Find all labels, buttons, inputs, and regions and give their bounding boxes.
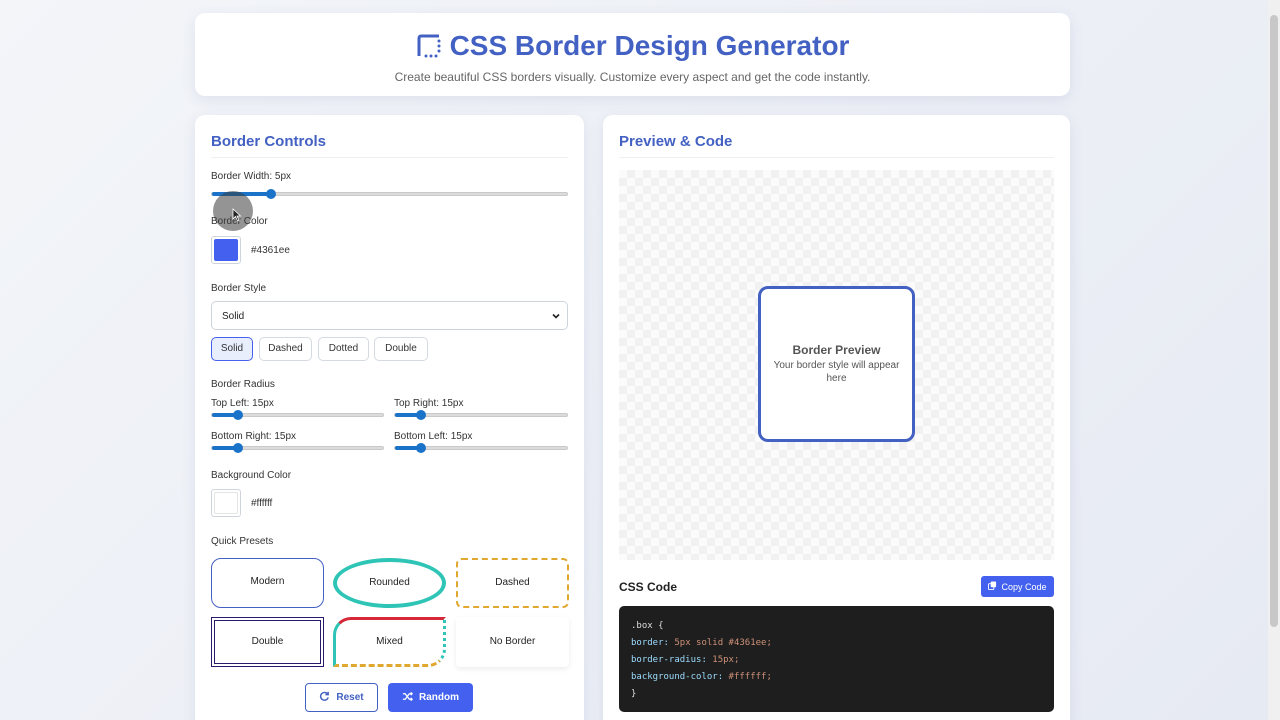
slider-thumb[interactable] [232,410,243,420]
code-selector: .box { [631,621,664,631]
style-dotted-button[interactable]: Dotted [318,337,369,361]
top-left-radius-slider[interactable] [211,410,384,420]
border-controls-panel: Border Controls Border Width: 5px Border… [195,115,584,720]
border-radius-label: Border Radius [211,379,275,390]
border-color-swatch [214,239,238,261]
preset-no-border[interactable]: No Border [456,617,569,667]
border-style-label: Border Style [211,283,267,294]
chevron-down-icon [551,311,561,321]
slider-thumb[interactable] [266,189,277,199]
reset-label: Reset [336,692,364,703]
preview-title: Border Preview [792,343,881,357]
panel-title: Border Controls [211,133,327,150]
border-style-icon [416,33,442,59]
code-line: } [631,686,1042,703]
reset-button[interactable]: Reset [305,683,378,712]
preview-subtitle: Your border style will appear here [773,360,900,384]
background-color-swatch [214,492,238,514]
style-solid-button[interactable]: Solid [211,337,253,361]
shuffle-icon [402,691,413,705]
code-prop: background-color: [631,672,724,682]
style-dashed-button[interactable]: Dashed [259,337,312,361]
random-label: Random [419,692,459,703]
css-code-title: CSS Code [619,580,678,594]
header-card: CSS Border Design Generator Create beaut… [195,13,1070,96]
bottom-left-label: Bottom Left: 15px [394,431,473,442]
divider [619,157,1054,158]
preset-double[interactable]: Double [211,617,324,667]
panel-title: Preview & Code [619,133,733,150]
copy-code-label: Copy Code [1001,581,1047,592]
slider-thumb[interactable] [415,443,426,453]
top-left-label: Top Left: 15px [211,398,274,409]
divider [211,157,568,158]
background-color-value: #ffffff [251,498,273,509]
border-width-label: Border Width: 5px [211,171,292,182]
code-prop: border-radius: [631,655,707,665]
page-subtitle: Create beautiful CSS borders visually. C… [394,70,871,84]
code-prop: border: [631,638,669,648]
page-title-text: CSS Border Design Generator [449,30,850,61]
background-color-picker[interactable] [211,489,241,517]
border-preview-box: Border Preview Your border style will ap… [758,286,915,442]
preset-modern[interactable]: Modern [211,558,324,608]
page-title: CSS Border Design Generator [195,30,1070,62]
border-style-selected: Solid [222,311,245,322]
bottom-left-radius-slider[interactable] [394,443,568,453]
code-line: border-radius: 15px; [631,652,1042,669]
page-scrollbar[interactable] [1268,0,1280,720]
preset-rounded[interactable]: Rounded [333,558,446,608]
code-val: 5px solid #4361ee; [674,638,772,648]
preset-dashed[interactable]: Dashed [456,558,569,608]
border-color-value: #4361ee [251,245,290,256]
code-val: #ffffff; [728,672,772,682]
random-button[interactable]: Random [388,683,473,712]
preview-panel: Preview & Code Border Preview Your borde… [603,115,1070,720]
scrollbar-thumb[interactable] [1270,15,1278,627]
border-color-picker[interactable] [211,236,241,264]
code-line: .box { [631,618,1042,635]
css-code-block[interactable]: .box { border: 5px solid #4361ee; border… [619,606,1054,712]
preset-mixed[interactable]: Mixed [333,617,446,667]
slider-thumb[interactable] [415,410,426,420]
reset-icon [319,691,330,705]
slider-thumb[interactable] [232,443,243,453]
code-close: } [631,689,637,699]
code-val: 15px; [712,655,740,665]
preview-area: Border Preview Your border style will ap… [619,170,1054,560]
border-width-slider[interactable] [211,189,568,199]
copy-icon [988,581,997,592]
copy-code-button[interactable]: Copy Code [981,576,1054,597]
code-line: border: 5px solid #4361ee; [631,635,1042,652]
style-double-button[interactable]: Double [374,337,428,361]
border-style-select[interactable]: Solid [211,301,568,330]
top-right-label: Top Right: 15px [394,398,464,409]
quick-presets-label: Quick Presets [211,536,274,547]
background-color-label: Background Color [211,470,292,481]
bottom-right-radius-slider[interactable] [211,443,384,453]
top-right-radius-slider[interactable] [394,410,568,420]
mouse-cursor-icon [232,208,242,227]
code-line: background-color: #ffffff; [631,669,1042,686]
bottom-right-label: Bottom Right: 15px [211,431,297,442]
